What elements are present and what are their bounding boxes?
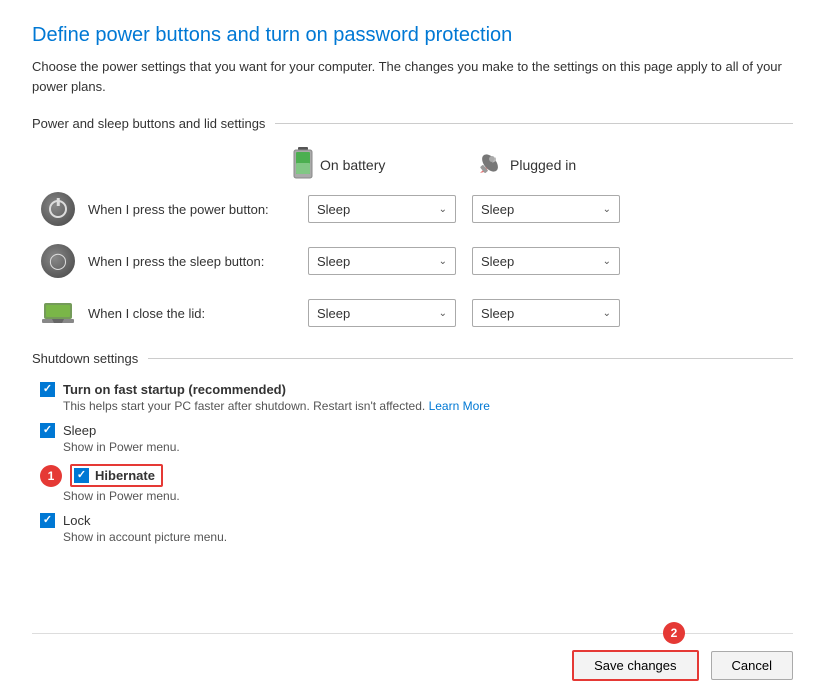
power-plugged-dropdown[interactable]: Sleep ⌄ [472, 195, 620, 223]
fast-startup-checkmark: ✓ [43, 384, 52, 395]
battery-column-text: On battery [320, 157, 385, 173]
sleep-button-label: When I press the sleep button: [88, 254, 308, 269]
power-battery-arrow: ⌄ [439, 204, 447, 215]
sleep-checkbox[interactable]: ✓ [40, 423, 55, 438]
fast-startup-sublabel: This helps start your PC faster after sh… [40, 399, 793, 413]
shutdown-section-label: Shutdown settings [32, 351, 793, 366]
sleep-checkmark: ✓ [43, 425, 52, 436]
hibernate-row: 1 ✓ Hibernate [40, 464, 793, 487]
columns-header: On battery Plugged in [292, 147, 793, 183]
power-button-icon [40, 191, 76, 227]
sleep-plugged-dropdown[interactable]: Sleep ⌄ [472, 247, 620, 275]
hibernate-checkmark: ✓ [77, 470, 86, 481]
sleep-button-row: ◯ When I press the sleep button: Sleep ⌄… [32, 243, 793, 279]
hibernate-checkbox[interactable]: ✓ [74, 468, 89, 483]
lid-plugged-dropdown[interactable]: Sleep ⌄ [472, 299, 620, 327]
sleep-plugged-value: Sleep [481, 254, 514, 269]
power-battery-value: Sleep [317, 202, 350, 217]
lock-checkbox[interactable]: ✓ [40, 513, 55, 528]
fast-startup-row: ✓ Turn on fast startup (recommended) [40, 382, 793, 397]
lid-row: When I close the lid: Sleep ⌄ Sleep ⌄ [32, 295, 793, 331]
lid-plugged-value: Sleep [481, 306, 514, 321]
annotation-2: 2 [663, 622, 685, 644]
power-sleep-section-label: Power and sleep buttons and lid settings [32, 116, 793, 131]
fast-startup-checkbox[interactable]: ✓ [40, 382, 55, 397]
power-battery-dropdown[interactable]: Sleep ⌄ [308, 195, 456, 223]
cancel-button[interactable]: Cancel [711, 651, 793, 680]
sleep-label: Sleep [63, 423, 96, 438]
power-button-label: When I press the power button: [88, 202, 308, 217]
sleep-item: ✓ Sleep Show in Power menu. [32, 423, 793, 454]
annotation-1: 1 [40, 465, 62, 487]
power-plugged-arrow: ⌄ [603, 204, 611, 215]
learn-more-link[interactable]: Learn More [429, 399, 490, 413]
shutdown-section: Shutdown settings ✓ Turn on fast startup… [32, 351, 793, 554]
sleep-battery-dropdown[interactable]: Sleep ⌄ [308, 247, 456, 275]
lock-label: Lock [63, 513, 90, 528]
sleep-row: ✓ Sleep [40, 423, 793, 438]
lid-battery-dropdown[interactable]: Sleep ⌄ [308, 299, 456, 327]
sleep-sublabel: Show in Power menu. [40, 440, 793, 454]
sleep-button-icon: ◯ [40, 243, 76, 279]
battery-column-header: On battery [292, 147, 472, 183]
footer: 2 Save changes Cancel [32, 633, 793, 697]
lock-checkmark: ✓ [43, 515, 52, 526]
sleep-icon-symbol: ◯ [49, 251, 67, 271]
lid-battery-value: Sleep [317, 306, 350, 321]
page-container: Define power buttons and turn on passwor… [0, 0, 825, 697]
power-button-row: When I press the power button: Sleep ⌄ S… [32, 191, 793, 227]
fast-startup-label: Turn on fast startup (recommended) [63, 382, 286, 397]
sleep-button-dropdowns: Sleep ⌄ Sleep ⌄ [308, 247, 620, 275]
power-button-dropdowns: Sleep ⌄ Sleep ⌄ [308, 195, 620, 223]
page-title: Define power buttons and turn on passwor… [32, 24, 793, 47]
hibernate-sublabel: Show in Power menu. [40, 489, 793, 503]
sleep-battery-arrow: ⌄ [439, 256, 447, 267]
fast-startup-item: ✓ Turn on fast startup (recommended) Thi… [32, 382, 793, 413]
battery-icon [292, 147, 314, 183]
hibernate-item: 1 ✓ Hibernate Show in Power menu. [32, 464, 793, 503]
rocket-icon [472, 149, 504, 181]
plugged-column-header: Plugged in [472, 149, 652, 181]
lid-plugged-arrow: ⌄ [603, 308, 611, 319]
lid-label: When I close the lid: [88, 306, 308, 321]
lock-item: ✓ Lock Show in account picture menu. [32, 513, 793, 544]
hibernate-highlight-box: ✓ Hibernate [70, 464, 163, 487]
lock-sublabel: Show in account picture menu. [40, 530, 793, 544]
lock-row: ✓ Lock [40, 513, 793, 528]
sleep-plugged-arrow: ⌄ [603, 256, 611, 267]
save-button[interactable]: Save changes [572, 650, 698, 681]
page-description: Choose the power settings that you want … [32, 57, 793, 96]
plugged-column-text: Plugged in [510, 157, 576, 173]
laptop-lid-icon [40, 295, 76, 331]
lid-battery-arrow: ⌄ [439, 308, 447, 319]
lid-dropdowns: Sleep ⌄ Sleep ⌄ [308, 299, 620, 327]
hibernate-label: Hibernate [95, 468, 155, 483]
sleep-battery-value: Sleep [317, 254, 350, 269]
lid-icon [40, 295, 76, 331]
power-plugged-value: Sleep [481, 202, 514, 217]
